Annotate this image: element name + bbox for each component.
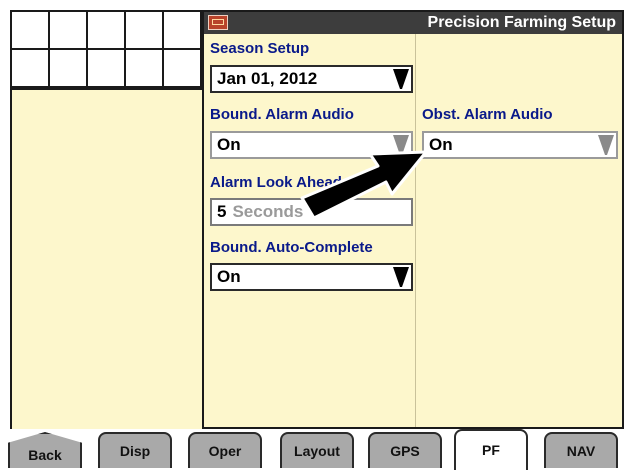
annotation-arrow-icon bbox=[300, 150, 428, 220]
obst-alarm-audio-dropdown[interactable]: On bbox=[422, 131, 618, 159]
tab-layout[interactable]: Layout bbox=[280, 432, 354, 468]
bound-alarm-audio-value: On bbox=[217, 135, 241, 154]
title-bar: Precision Farming Setup bbox=[204, 12, 622, 34]
shortcut-cell[interactable] bbox=[50, 12, 88, 50]
bound-alarm-audio-label: Bound. Alarm Audio bbox=[210, 106, 354, 123]
tab-back[interactable]: Back bbox=[8, 432, 82, 468]
shortcut-cell[interactable] bbox=[12, 12, 50, 50]
dropdown-arrow-icon[interactable] bbox=[392, 68, 410, 90]
shortcut-cell[interactable] bbox=[88, 50, 126, 88]
tab-disp[interactable]: Disp bbox=[98, 432, 172, 468]
shortcut-cell[interactable] bbox=[126, 12, 164, 50]
shortcut-cell[interactable] bbox=[50, 50, 88, 88]
tab-oper[interactable]: Oper bbox=[188, 432, 262, 468]
alarm-look-ahead-value-group: 5 Seconds bbox=[217, 200, 303, 224]
shortcut-cell[interactable] bbox=[164, 12, 202, 50]
season-setup-label: Season Setup bbox=[210, 40, 310, 57]
alarm-look-ahead-unit: Seconds bbox=[232, 202, 304, 221]
dropdown-arrow-icon[interactable] bbox=[392, 266, 410, 288]
shortcut-cell[interactable] bbox=[126, 50, 164, 88]
bound-auto-complete-dropdown[interactable]: On bbox=[210, 263, 413, 291]
left-panel bbox=[10, 88, 202, 429]
shortcut-grid bbox=[10, 10, 202, 88]
dropdown-arrow-icon[interactable] bbox=[597, 134, 615, 156]
obst-alarm-audio-label: Obst. Alarm Audio bbox=[422, 106, 553, 123]
season-setup-dropdown[interactable]: Jan 01, 2012 bbox=[210, 65, 413, 93]
shortcut-cell[interactable] bbox=[88, 12, 126, 50]
shortcut-cell[interactable] bbox=[12, 50, 50, 88]
display-icon bbox=[208, 15, 228, 30]
column-divider bbox=[415, 34, 416, 427]
bound-auto-complete-label: Bound. Auto-Complete bbox=[210, 239, 373, 256]
tab-bar: Back Disp Oper Layout GPS PF NAV bbox=[0, 429, 626, 470]
tab-gps[interactable]: GPS bbox=[368, 432, 442, 468]
tab-pf[interactable]: PF bbox=[454, 429, 528, 470]
display-screen: Precision Farming Setup Season Setup Jan… bbox=[0, 0, 626, 470]
obst-alarm-audio-value: On bbox=[429, 135, 453, 154]
tab-nav[interactable]: NAV bbox=[544, 432, 618, 468]
season-setup-value: Jan 01, 2012 bbox=[217, 69, 318, 88]
alarm-look-ahead-value: 5 bbox=[217, 202, 227, 221]
page-title: Precision Farming Setup bbox=[427, 14, 616, 31]
shortcut-cell[interactable] bbox=[164, 50, 202, 88]
bound-auto-complete-value: On bbox=[217, 267, 241, 286]
